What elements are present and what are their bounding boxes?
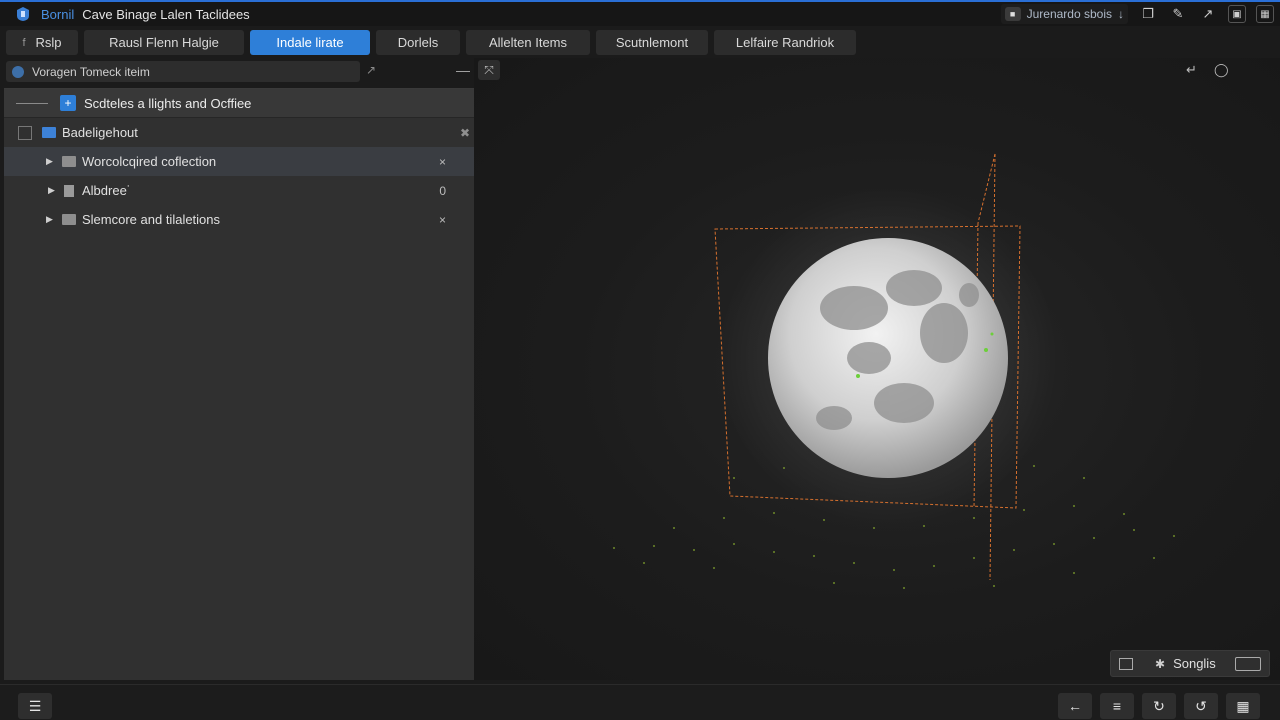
outliner-tree: + Scdteles a llights and Ocffiee Badelig… [4,88,474,680]
filter-icon[interactable]: ↗ [366,63,376,77]
tab-label: Rslp [35,35,62,50]
tab-label: Allelten Items [488,35,568,50]
panel-icon [1119,657,1133,670]
pen-icon[interactable]: ✎ [1168,4,1188,24]
plus-icon[interactable]: + [60,95,76,111]
status-chip-icon: ■ [1004,7,1021,21]
tree-header-label: Scdteles a llights and Ocffiee [84,95,252,111]
search-icon [12,65,24,78]
app-name: Bornil [41,6,75,22]
document-icon [64,184,74,197]
status-indicator: 0 [439,183,446,198]
tree-row-item[interactable]: ▶ Worcolcqired coflection × [4,147,474,176]
tab-label: Indale lirate [276,35,344,50]
tab-leftside-random[interactable]: Lelfaire Randriok [714,30,856,55]
download-icon: ↓ [1118,7,1124,21]
settings-panel-toggle[interactable]: ✱ Songlis [1110,650,1270,677]
tree-row-label: Albdree˙ [82,183,132,198]
tab-label: Lelfaire Randriok [735,35,835,50]
tab-settlement[interactable]: Scutnlemont [596,30,708,55]
tab-label: Rausl Flenn Halgie [109,35,219,50]
app-logo-icon [17,7,29,21]
tree-line-icon [16,102,48,104]
tab-update-items[interactable]: Indale lirate [250,30,370,55]
chevron-right-icon[interactable]: ▶ [46,156,56,167]
scene-render [613,153,1175,589]
close-icon[interactable]: × [439,213,446,227]
cursor-arrow-icon[interactable]: ↗ [1198,4,1218,24]
outliner-panel: ↗ — + Scdteles a llights and Ocffiee Bad… [4,60,474,680]
back-arrow-icon[interactable]: ← [1058,693,1092,719]
main-tab-bar: f Rslp Rausl Flenn Halgie Indale lirate … [0,30,1280,58]
equals-icon[interactable]: ≡ [1100,693,1134,719]
status-dropdown[interactable]: ■ Jurenardo sbois ↓ [1000,4,1128,24]
tree-header[interactable]: + Scdteles a llights and Ocffiee [4,89,474,118]
outliner-search [6,61,360,82]
tree-row-label: Worcolcqired coflection [82,154,217,169]
tab-help[interactable]: f Rslp [6,30,78,55]
tree-row-root[interactable]: Badeligehout ✖ [4,118,474,147]
folder-icon [62,214,76,225]
chevron-right-icon[interactable]: ▶ [46,214,56,225]
sync-icon[interactable]: ↺ [1184,693,1218,719]
tree-row-label: Badeligehout [62,125,138,140]
pin-icon[interactable]: ✖ [460,126,470,140]
settings-label: Songlis [1173,656,1216,671]
tab-details[interactable]: Dorlels [376,30,460,55]
tab-help-prefix: f [22,36,26,49]
tree-row-item[interactable]: ▶ Slemcore and tilaletions × [4,205,474,234]
close-icon[interactable]: × [439,155,446,169]
refresh-icon[interactable]: ↻ [1142,693,1176,719]
window-title: Cave Binage Lalen Taclidees [82,6,250,22]
tab-label: Scutnlemont [615,35,689,50]
tree-row-label: Slemcore and tilaletions [82,212,221,227]
tree-row-item[interactable]: ▶ Albdree˙ 0 [4,176,474,205]
bottom-toolbar: ☰ ← ≡ ↻ ↺ ▦ [0,684,1280,720]
hamburger-menu-icon[interactable]: ☰ [18,693,52,719]
3d-viewport[interactable]: ⤧ ↵ ◯ ✱ Songlis [474,58,1280,680]
grid-menu-icon[interactable]: ▦ [1256,5,1274,23]
document-save-icon[interactable]: ▦ [1226,693,1260,719]
window-restore-icon[interactable]: ▣ [1228,5,1246,23]
gear-icon: ✱ [1155,656,1166,671]
toggle-slider-icon[interactable] [1235,657,1261,671]
visibility-checkbox[interactable] [18,125,32,140]
tab-render-flow[interactable]: Rausl Flenn Halgie [84,30,244,55]
status-label: Jurenardo sbois [1026,7,1112,21]
chevron-right-icon[interactable]: ▶ [48,185,58,196]
title-bar: Bornil Cave Binage Lalen Taclidees ■ Jur… [0,0,1280,26]
puzzle-icon[interactable]: ❐ [1138,4,1158,24]
tab-selected-items[interactable]: Allelten Items [466,30,590,55]
collapse-panel-icon[interactable]: — [456,62,470,78]
outliner-search-input[interactable] [32,64,332,79]
folder-icon [62,156,76,167]
tab-label: Dorlels [397,35,439,50]
collection-icon [42,127,56,138]
